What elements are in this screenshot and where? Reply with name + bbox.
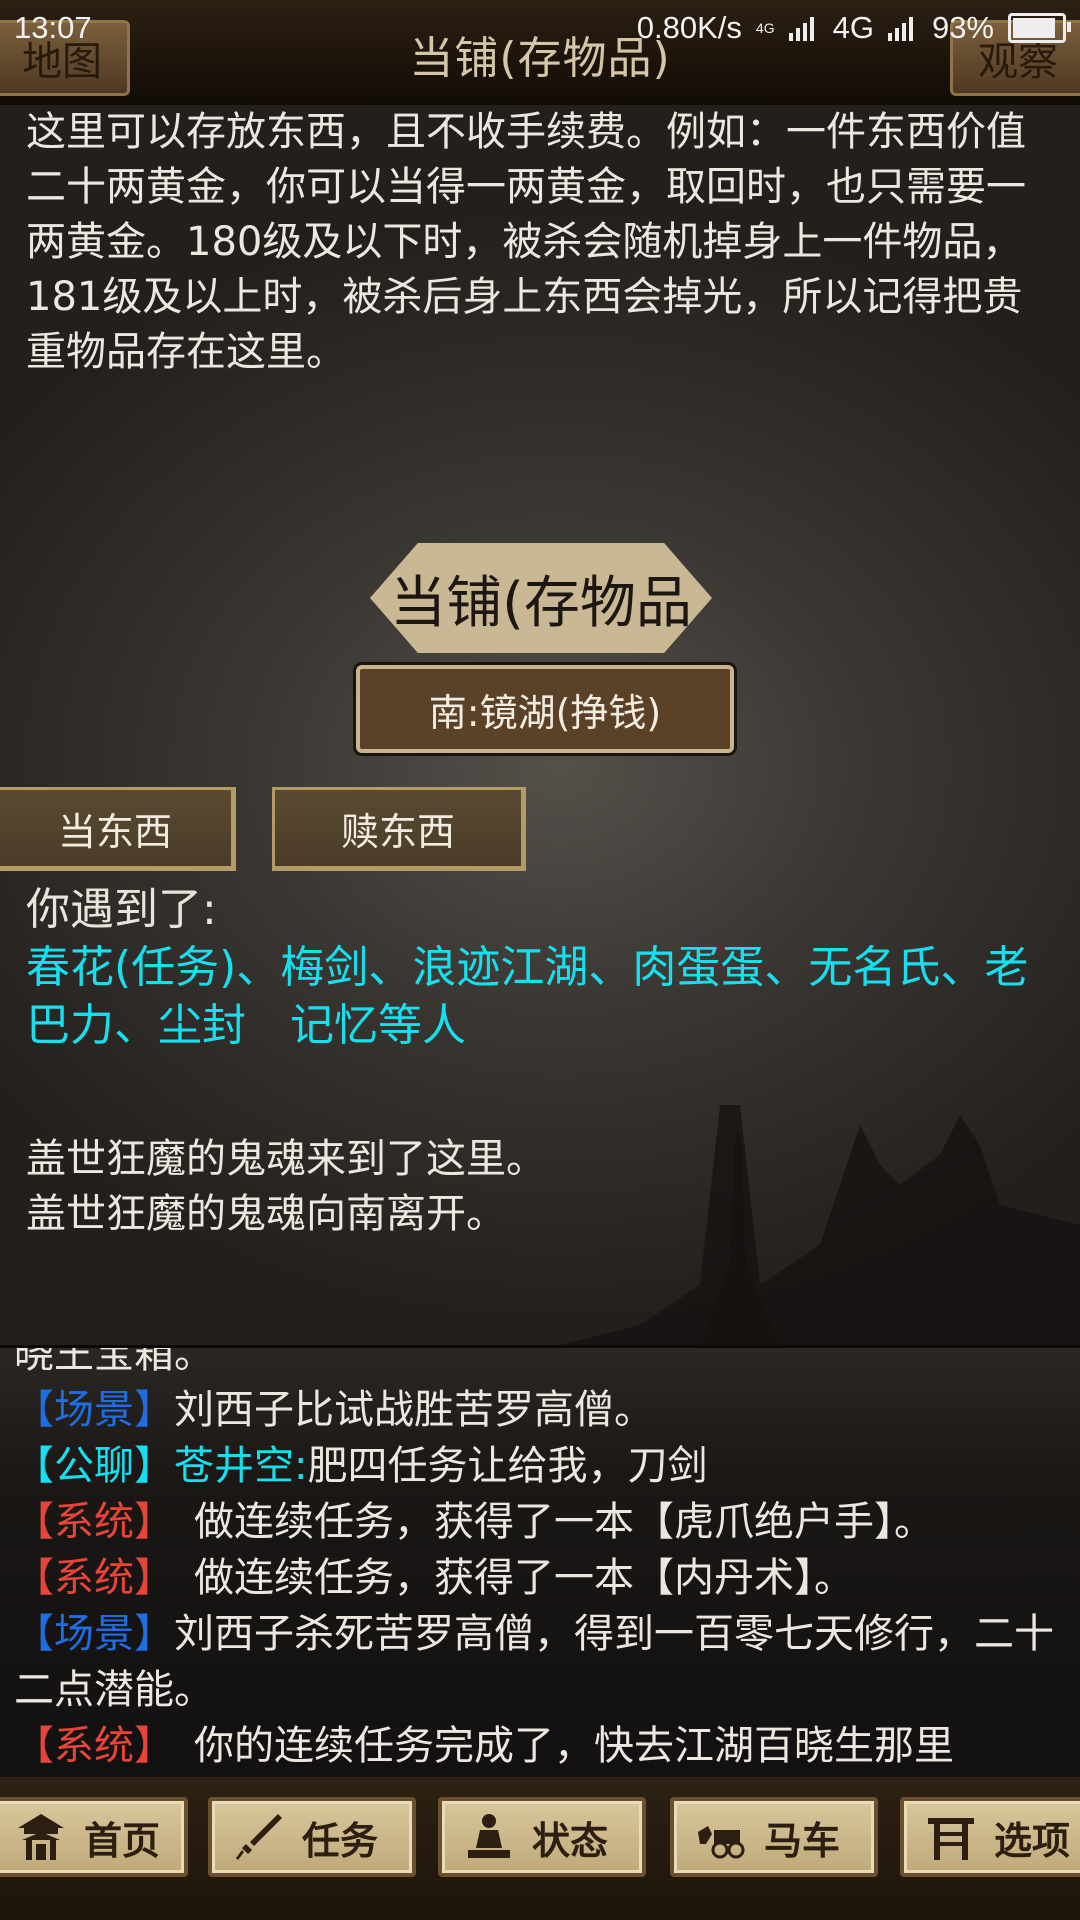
chat-tag-system: 【系统】 <box>14 1499 154 1545</box>
redeem-button[interactable]: 赎东西 <box>272 787 526 871</box>
pawn-button[interactable]: 当东西 <box>0 787 236 871</box>
top-bar: 地图 观察 当铺(存物品) 13:07 0.80K/s 4G 4G 93% <box>0 0 1080 109</box>
encounter-list: 你遇到了: 春花(任务)、梅剑、浪迹江湖、肉蛋蛋、无名氏、老巴力、尘封 记忆等人 <box>26 881 1056 1055</box>
nav-home-label: 首页 <box>84 1817 161 1863</box>
chat-line: 【系统】 做连续任务，获得了一本【虎爪绝户手】。 <box>14 1494 1074 1550</box>
nav-status-button[interactable]: 状态 <box>438 1797 646 1877</box>
nav-home-button[interactable]: 首页 <box>0 1797 188 1877</box>
chat-line: 【系统】 你的连续任务完成了，快去江湖百晓生那里 <box>14 1718 1074 1774</box>
nav-quest-button[interactable]: 任务 <box>208 1797 416 1877</box>
network-label: 4G <box>832 10 874 45</box>
room-description: 这里可以存放东西，且不收手续费。例如：一件东西价值二十两黄金，你可以当得一两黄金… <box>26 109 1026 375</box>
chat-tag-scene: 【场景】 <box>14 1387 174 1433</box>
network-small-label: 4G <box>755 20 775 36</box>
nav-carriage-label: 马车 <box>764 1817 841 1863</box>
pavilion-icon <box>18 1814 64 1860</box>
chat-line: 【场景】刘西子比试战胜苦罗高僧。 <box>14 1382 1074 1438</box>
chat-text: 刘西子比试战胜苦罗高僧。 <box>174 1387 654 1433</box>
chat-tag-system: 【系统】 <box>14 1555 154 1601</box>
encounter-prefix: 你遇到了: <box>26 884 217 935</box>
chat-text: 肥四任务让给我，刀剑 <box>307 1443 708 1489</box>
main-scene: 这里可以存放东西，且不收手续费。例如：一件东西价值二十两黄金，你可以当得一两黄金… <box>0 105 1080 1345</box>
event-line: 盖世狂魔的鬼魂来到了这里。 <box>26 1136 546 1182</box>
meditating-figure-icon <box>468 1814 510 1858</box>
battery-percent: 93% <box>931 10 994 45</box>
signal-icon <box>788 15 819 41</box>
chat-tag-public: 【公聊】 <box>14 1443 174 1489</box>
chat-line: 【系统】 做连续任务，获得了一本【内丹术】。 <box>14 1550 1074 1606</box>
current-room-label: 当铺(存物品 <box>370 543 712 653</box>
nav-options-button[interactable]: 选项 <box>900 1797 1080 1877</box>
battery-icon <box>1008 13 1071 43</box>
chat-speaker[interactable]: 苍井空: <box>174 1443 307 1489</box>
chat-tag-scene: 【场景】 <box>14 1611 174 1657</box>
encounter-people[interactable]: 春花(任务)、梅剑、浪迹江湖、肉蛋蛋、无名氏、老巴力、尘封 记忆等人 <box>26 939 1056 1055</box>
status-time: 13:07 <box>14 10 92 45</box>
carriage-icon <box>698 1826 745 1859</box>
nav-carriage-button[interactable]: 马车 <box>670 1797 878 1877</box>
status-indicators: 0.80K/s 4G 4G 93% <box>636 10 1071 46</box>
event-line: 盖世狂魔的鬼魂向南离开。 <box>26 1191 506 1237</box>
chat-line-partial: 晓王宝箱。 <box>14 1345 214 1377</box>
signal-icon <box>887 15 918 41</box>
chat-text: 做连续任务，获得了一本【虎爪绝户手】。 <box>154 1499 934 1545</box>
gate-icon <box>928 1818 974 1860</box>
chat-tag-system: 【系统】 <box>14 1723 154 1769</box>
chat-line: 【场景】刘西子杀死苦罗高僧，得到一百零七天修行，二十二点潜能。 <box>14 1606 1074 1718</box>
event-log: 盖世狂魔的鬼魂来到了这里。 盖世狂魔的鬼魂向南离开。 <box>26 1132 1056 1242</box>
exit-south-button[interactable]: 南:镜湖(挣钱) <box>356 665 734 753</box>
bottom-nav: 首页 任务 状态 马车 选项 <box>0 1777 1080 1920</box>
chat-log[interactable]: 晓王宝箱。 【场景】刘西子比试战胜苦罗高僧。 【公聊】苍井空:肥四任务让给我，刀… <box>0 1345 1080 1780</box>
nav-status-label: 状态 <box>532 1817 609 1863</box>
chat-text: 做连续任务，获得了一本【内丹术】。 <box>154 1555 854 1601</box>
sword-icon <box>236 1814 282 1860</box>
chat-text: 你的连续任务完成了，快去江湖百晓生那里 <box>154 1723 954 1769</box>
nav-quest-label: 任务 <box>302 1817 379 1863</box>
chat-line: 【公聊】苍井空:肥四任务让给我，刀剑 <box>14 1438 1074 1494</box>
nav-options-label: 选项 <box>994 1817 1071 1863</box>
net-speed: 0.80K/s <box>636 10 742 45</box>
